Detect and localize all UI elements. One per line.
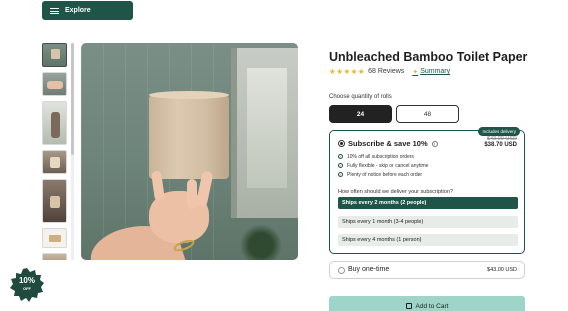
subscribe-title: Subscribe & save 10% i xyxy=(348,139,438,148)
quantity-label: Choose quantity of rolls xyxy=(329,94,392,100)
thumbnail-scrollbar[interactable] xyxy=(71,43,74,260)
check-icon: ✓ xyxy=(338,154,343,159)
one-time-label: Buy one-time xyxy=(348,266,390,273)
thumbnail-6[interactable] xyxy=(42,228,67,248)
thumbnail-5[interactable] xyxy=(42,179,67,223)
benefit-item: ✓ 10% off all subscription orders xyxy=(338,153,414,160)
add-to-cart-button[interactable]: Add to Cart xyxy=(329,296,525,311)
quantity-option-24[interactable]: 24 xyxy=(329,105,392,123)
badge-burst-icon xyxy=(10,268,44,302)
add-to-cart-label: Add to Cart xyxy=(415,302,449,310)
explore-button[interactable]: Explore xyxy=(42,1,133,20)
rating-row: ★★★★★ 68 Reviews ✦ Summary xyxy=(329,67,450,76)
frequency-option-2-months[interactable]: Ships every 2 months (2 people) xyxy=(338,197,518,209)
benefit-item: ✓ Plenty of notice before each order xyxy=(338,171,423,178)
subscribe-price-new: $38.70 USD xyxy=(484,142,517,148)
discount-off-label: OFF xyxy=(23,286,31,291)
review-count[interactable]: 68 Reviews xyxy=(368,68,404,75)
thumbnail-strip[interactable] xyxy=(42,43,69,260)
hand xyxy=(84,170,221,260)
product-title: Unbleached Bamboo Toilet Paper xyxy=(329,50,528,64)
subscribe-title-text: Subscribe & save 10% xyxy=(348,139,428,148)
toilet-roll xyxy=(149,91,229,179)
summary-label: Summary xyxy=(420,68,451,75)
one-time-price: $43.00 USD xyxy=(487,267,517,273)
benefit-item: ✓ Fully flexible - skip or cancel anytim… xyxy=(338,162,429,169)
frequency-option-4-months[interactable]: Ships every 4 months (1 person) xyxy=(338,234,518,246)
info-icon[interactable]: i xyxy=(431,140,438,147)
sparkle-icon: ✦ xyxy=(412,68,419,76)
product-main-image xyxy=(81,43,298,260)
discount-badge[interactable]: 10% OFF xyxy=(10,268,44,302)
explore-label: Explore xyxy=(65,7,91,14)
thumbnail-2[interactable] xyxy=(42,72,67,96)
quantity-option-48[interactable]: 48 xyxy=(396,105,459,123)
discount-value: 10% xyxy=(18,276,35,285)
one-time-radio[interactable] xyxy=(338,267,345,274)
subscribe-radio[interactable] xyxy=(338,140,345,147)
bag-icon xyxy=(405,303,412,309)
rating-stars-icon: ★★★★★ xyxy=(329,67,366,76)
delivery-frequency-question: How often should we deliver your subscri… xyxy=(338,189,453,195)
frequency-option-1-month[interactable]: Ships every 1 month (3-4 people) xyxy=(338,216,518,228)
summary-link[interactable]: ✦ Summary xyxy=(412,68,450,76)
thumbnail-4[interactable] xyxy=(42,150,67,174)
check-icon: ✓ xyxy=(338,172,343,177)
includes-delivery-badge: Includes delivery xyxy=(478,127,520,136)
thumbnail-7[interactable] xyxy=(42,253,67,260)
check-icon: ✓ xyxy=(338,163,343,168)
benefit-list: ✓ 10% off all subscription orders ✓ Full… xyxy=(338,154,428,181)
thumbnail-1[interactable] xyxy=(42,43,67,67)
thumbnail-3[interactable] xyxy=(42,101,67,145)
one-time-option[interactable]: Buy one-time $43.00 USD xyxy=(329,261,525,279)
subscribe-option[interactable]: Includes delivery Subscribe & save 10% i… xyxy=(329,127,525,254)
menu-icon xyxy=(50,7,59,14)
